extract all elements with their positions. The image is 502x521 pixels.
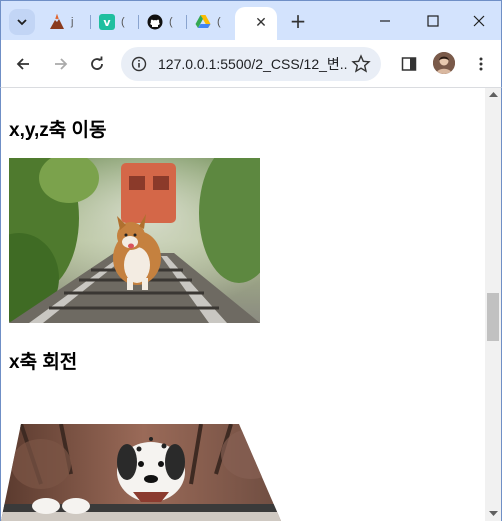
tab-2-title: ( (121, 16, 125, 28)
arrow-right-icon (55, 58, 68, 70)
maximize-icon (427, 15, 439, 27)
avatar[interactable] (433, 52, 455, 74)
minimize-icon (380, 20, 390, 22)
heading-rotate-x: x축 회전 (9, 352, 78, 373)
info-icon (131, 56, 147, 72)
tab-1-title: j (71, 16, 74, 28)
tab-2[interactable]: v ( (91, 9, 139, 35)
v-icon: v (99, 14, 115, 30)
more-vertical-icon (479, 57, 483, 71)
profile-icon (433, 52, 455, 74)
side-panel-button[interactable] (395, 50, 423, 78)
close-window-icon (473, 15, 485, 27)
tab-4[interactable]: ( (187, 9, 233, 35)
site-info-button[interactable] (124, 49, 154, 79)
tab-1[interactable]: j (41, 9, 91, 35)
volcano-icon (49, 14, 65, 30)
close-icon[interactable]: ✕ (253, 15, 269, 31)
google-drive-icon (195, 14, 211, 30)
heading-translate-xyz: x,y,z축 이동 (9, 120, 107, 141)
new-tab-button[interactable]: + (287, 11, 309, 33)
corgi-photo (9, 158, 260, 323)
github-icon (147, 14, 163, 30)
browser-toolbar: 127.0.0.1:5500/2_CSS/12_변... (0, 40, 502, 88)
side-panel-icon (401, 57, 417, 71)
scroll-up-arrow-icon[interactable] (489, 91, 498, 98)
reload-icon (91, 56, 103, 70)
address-bar[interactable]: 127.0.0.1:5500/2_CSS/12_변... (121, 47, 381, 81)
forward-button[interactable] (47, 50, 75, 78)
maximize-button[interactable] (409, 1, 457, 41)
vertical-scrollbar[interactable] (485, 88, 502, 521)
close-window-button[interactable] (455, 1, 502, 41)
tab-4-title: ( (217, 16, 221, 28)
scroll-down-arrow-icon[interactable] (489, 510, 498, 517)
tab-3-title: ( (169, 16, 173, 28)
arrow-left-icon (16, 58, 29, 70)
page-viewport: x,y,z축 이동 x축 회전 (0, 88, 485, 521)
url-text: 127.0.0.1:5500/2_CSS/12_변... (158, 56, 348, 72)
tab-strip: j v ( ( ( ✕ + (0, 0, 502, 41)
back-button[interactable] (9, 50, 37, 78)
reload-button[interactable] (83, 50, 111, 78)
minimize-button[interactable] (361, 1, 409, 41)
chevron-down-icon (17, 19, 27, 26)
dalmatian-photo (1, 424, 286, 521)
menu-button[interactable] (467, 50, 495, 78)
scroll-thumb[interactable] (487, 293, 499, 341)
tab-active[interactable]: ✕ (235, 7, 277, 41)
bookmark-star-icon[interactable] (351, 54, 371, 74)
tab-search-button[interactable] (9, 9, 35, 35)
tab-3[interactable]: ( (139, 9, 187, 35)
